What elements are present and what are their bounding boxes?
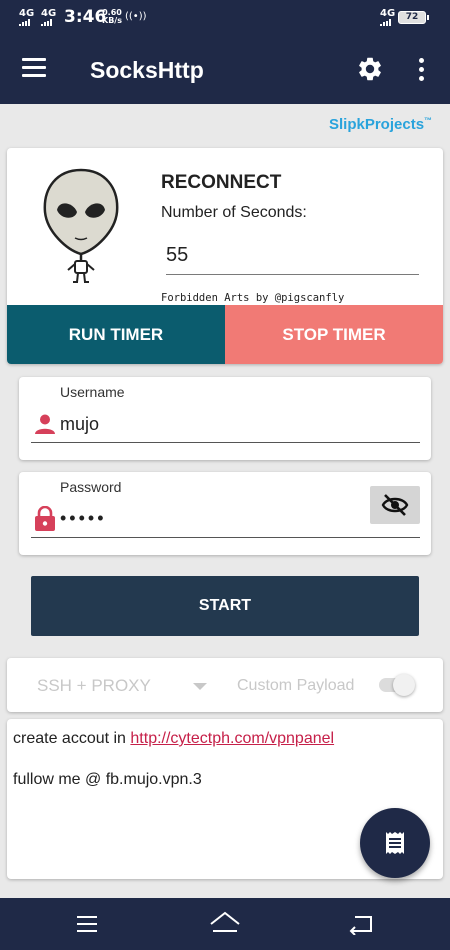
seconds-underline: [166, 274, 419, 275]
signal-icon-2: [41, 19, 53, 26]
more-vert-icon[interactable]: [419, 58, 425, 82]
battery-icon: 72: [398, 11, 429, 24]
password-input[interactable]: •••••: [60, 508, 107, 529]
connection-mode-select[interactable]: SSH + PROXY: [37, 676, 151, 696]
clock: 3:46: [64, 7, 107, 27]
run-timer-button[interactable]: RUN TIMER: [7, 305, 225, 364]
network-type-right: 4G: [380, 8, 396, 19]
signal-icon-right: [380, 19, 392, 26]
username-card: Username mujo: [19, 377, 431, 460]
log-line-1: create accout in http://cytectph.com/vpn…: [13, 730, 335, 747]
receipt-icon: [386, 832, 404, 854]
dropdown-arrow-icon[interactable]: [193, 683, 207, 690]
seconds-label: Number of Seconds:: [161, 204, 307, 221]
mode-row: SSH + PROXY Custom Payload: [7, 658, 443, 712]
signal-icon-1: [19, 19, 31, 26]
password-card: Password •••••: [19, 472, 431, 555]
status-bar: 4G 4G 3:46 0.60 KB/s ((•)) 4G 72: [0, 0, 450, 36]
recents-icon[interactable]: [75, 914, 99, 934]
password-label: Password: [60, 479, 122, 495]
person-icon: [34, 413, 56, 437]
start-button[interactable]: START: [31, 576, 419, 636]
custom-payload-label: Custom Payload: [237, 677, 355, 694]
network-speed: 0.60 KB/s: [102, 8, 122, 25]
log-line-2: fullow me @ fb.mujo.vpn.3: [13, 771, 202, 788]
custom-payload-switch-thumb[interactable]: [393, 674, 415, 696]
stop-timer-button[interactable]: STOP TIMER: [225, 305, 443, 364]
vpn-panel-link[interactable]: http://cytectph.com/vpnpanel: [130, 730, 334, 747]
toggle-password-button[interactable]: [370, 486, 420, 524]
seconds-input[interactable]: 55: [166, 244, 188, 267]
app-title: SocksHttp: [90, 57, 204, 83]
network-type-1: 4G: [19, 8, 35, 19]
alien-logo-icon: [37, 166, 125, 286]
reconnect-title: RECONNECT: [161, 172, 282, 193]
username-underline: [31, 442, 420, 443]
art-credit: Forbidden Arts by @pigscanfly: [161, 292, 345, 304]
reconnect-card: RECONNECT Number of Seconds: 55 Forbidde…: [7, 148, 443, 364]
log-fab-button[interactable]: [360, 808, 430, 878]
network-type-2: 4G: [41, 8, 57, 19]
back-icon[interactable]: [347, 913, 375, 935]
app-bar: SocksHttp: [0, 36, 450, 104]
brand-label: SlipkProjects™: [329, 116, 433, 133]
home-icon[interactable]: [208, 910, 242, 934]
eye-off-icon: [381, 494, 409, 516]
lock-icon: [34, 505, 56, 531]
username-label: Username: [60, 384, 125, 400]
system-nav-bar: [0, 898, 450, 950]
username-input[interactable]: mujo: [60, 414, 99, 435]
password-underline: [31, 537, 420, 538]
gear-icon[interactable]: [356, 55, 384, 83]
hotspot-icon: ((•)): [125, 11, 147, 22]
menu-icon[interactable]: [22, 58, 48, 78]
